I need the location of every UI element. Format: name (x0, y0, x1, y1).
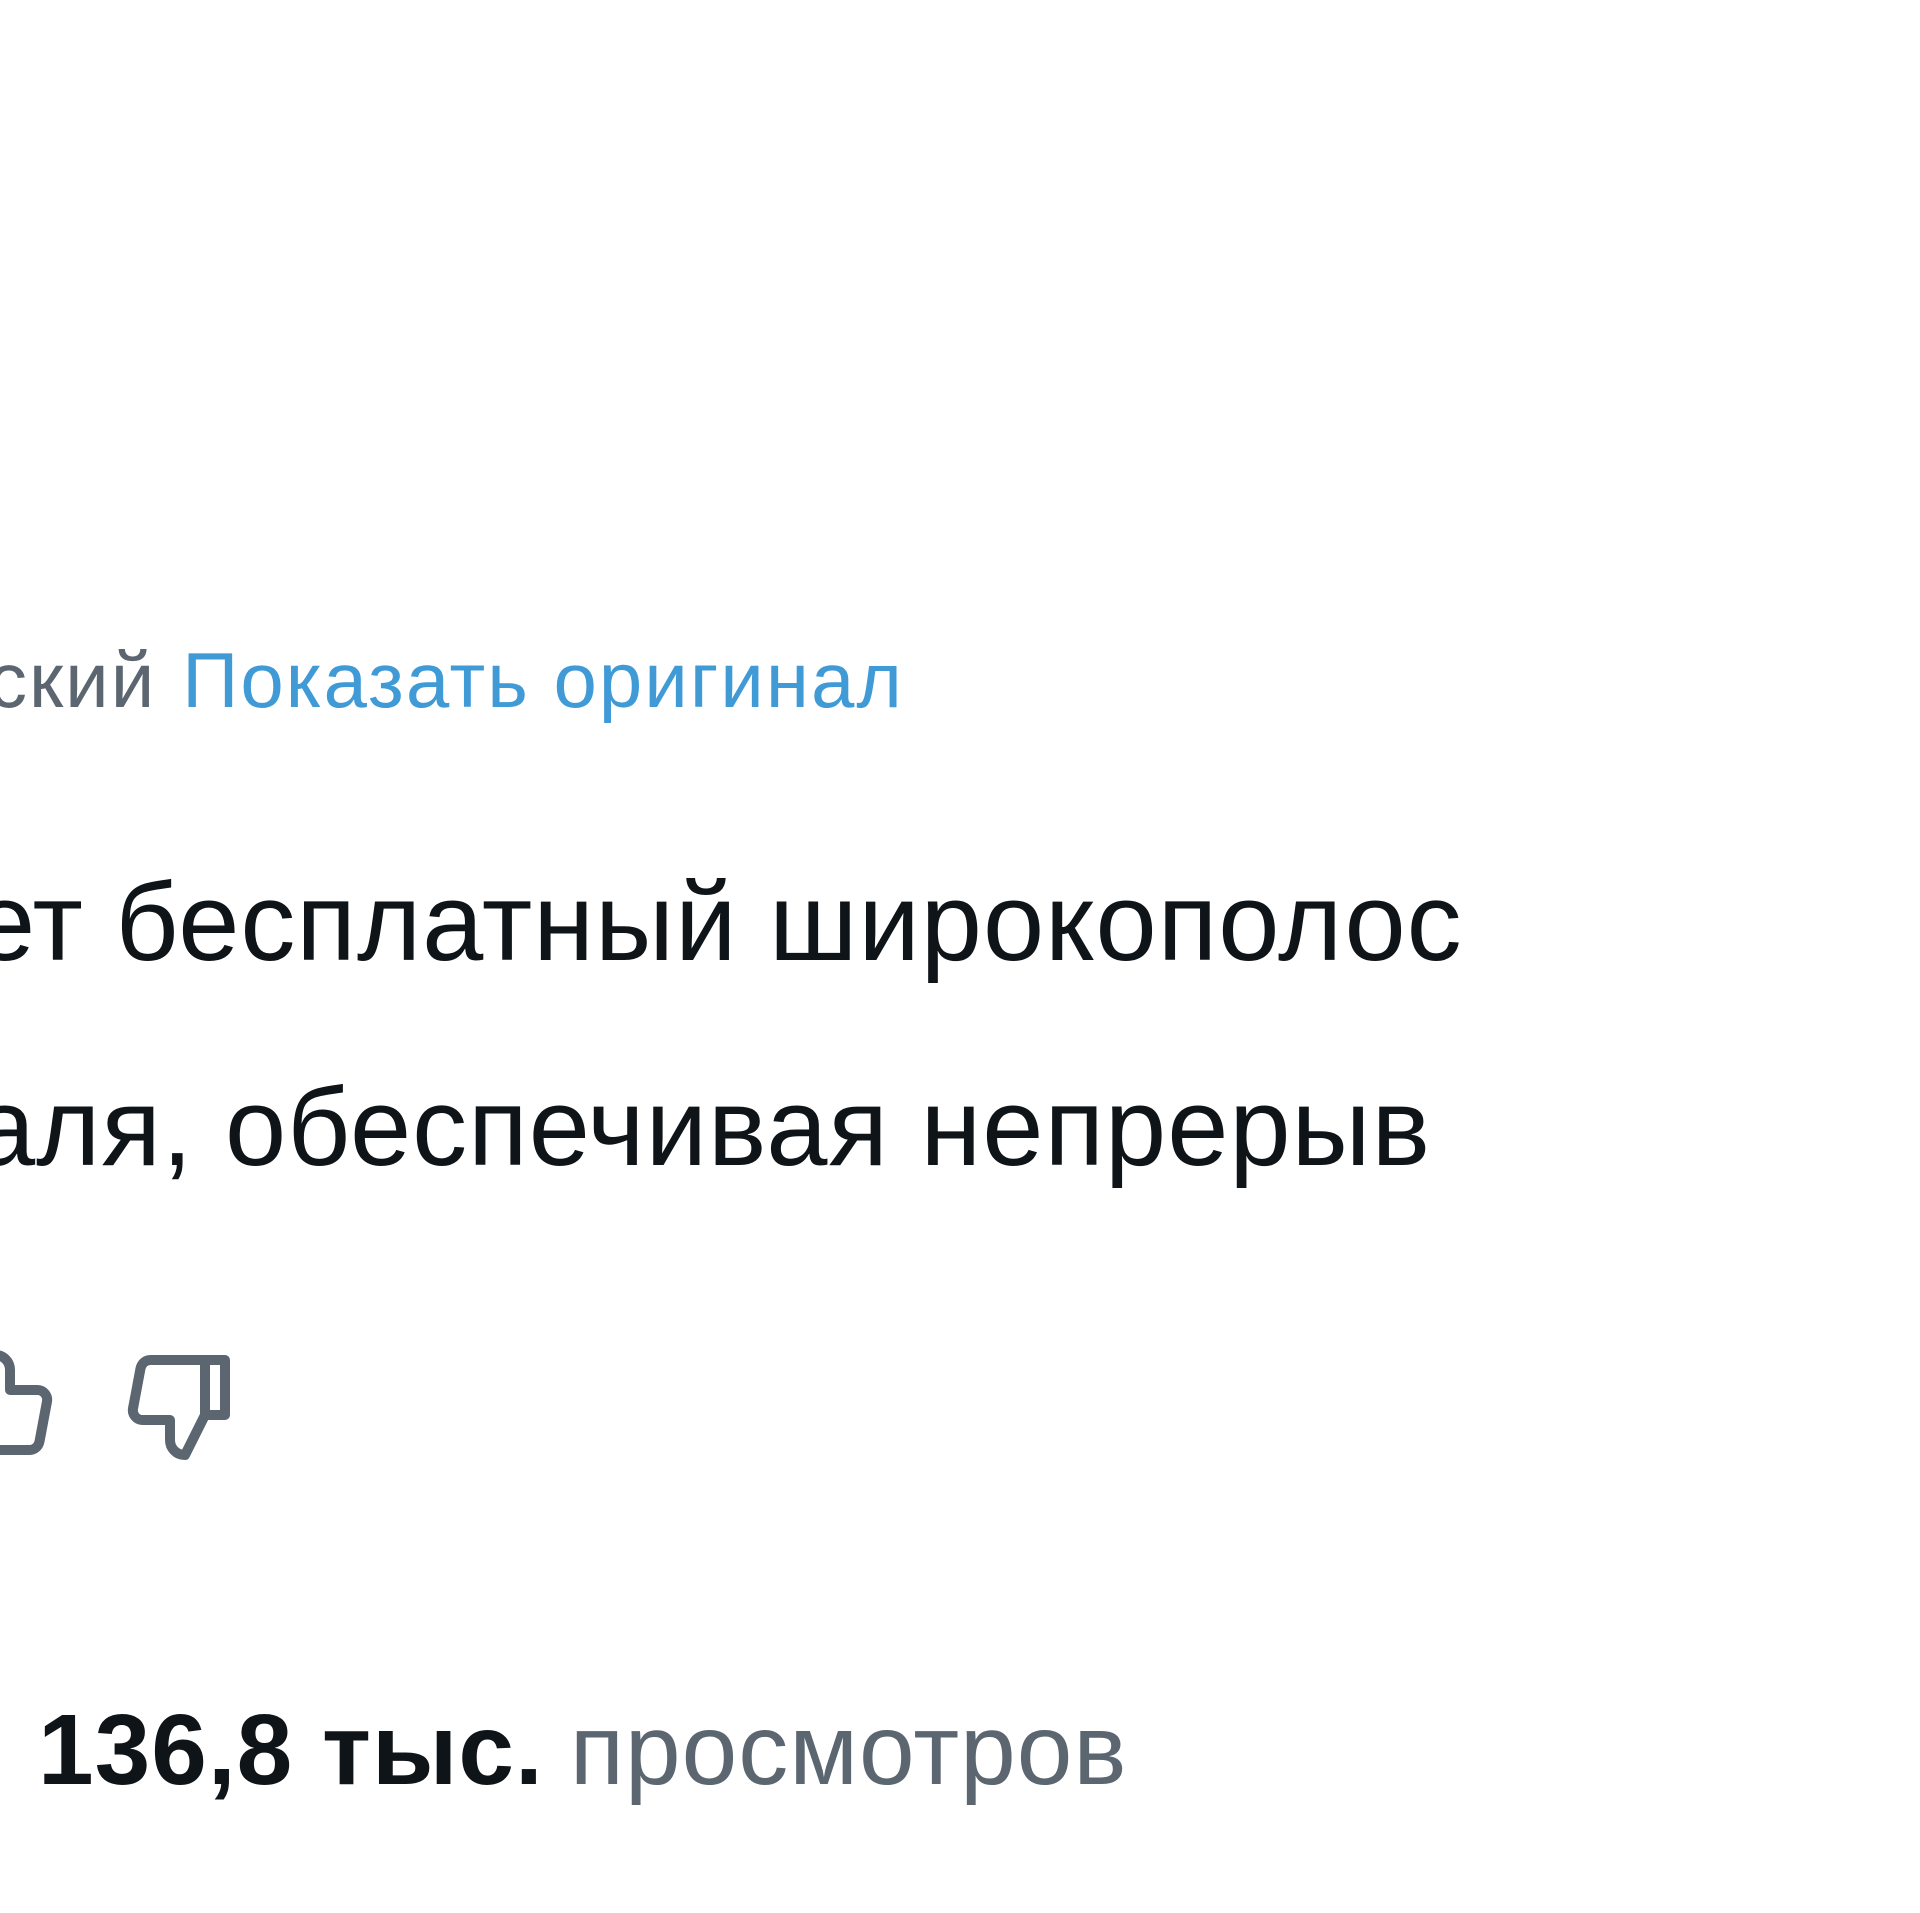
post-detail-view: ский Показать оригинал ет бесплатный широ… (0, 0, 1920, 1913)
show-original-link[interactable]: Показать оригинал (182, 636, 904, 724)
post-text: ет бесплатный широкополос аля, обеспечив… (0, 820, 1463, 1230)
post-text-line: ет бесплатный широкополос (0, 861, 1463, 984)
thumbs-down-button[interactable] (120, 1345, 240, 1465)
thumbs-down-icon (127, 1355, 230, 1460)
post-text-line: аля, обеспечивая непрерыв (0, 1066, 1432, 1189)
views-label: просмотров (569, 1694, 1128, 1806)
thumbs-up-icon (0, 1350, 53, 1455)
translation-notice: ский Показать оригинал (0, 630, 904, 730)
translation-feedback (0, 1340, 240, 1470)
views-count: 136,8 тыс. (38, 1694, 544, 1806)
translated-from-language: ский (0, 636, 157, 724)
thumbs-up-button[interactable] (0, 1345, 60, 1465)
view-stats: 136,8 тыс. просмотров (38, 1690, 1128, 1810)
